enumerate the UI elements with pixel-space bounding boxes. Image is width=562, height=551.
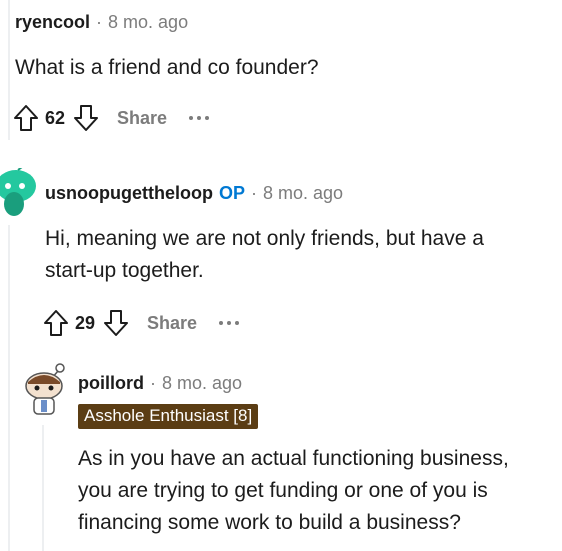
- upvote-icon[interactable]: [13, 104, 39, 132]
- downvote-icon[interactable]: [73, 104, 99, 132]
- more-options-icon[interactable]: [219, 321, 240, 325]
- comment-body-line: Hi, meaning we are not only friends, but…: [45, 227, 484, 250]
- thread-line-level2[interactable]: [8, 225, 10, 551]
- upvote-icon[interactable]: [43, 309, 69, 337]
- downvote-icon[interactable]: [103, 309, 129, 337]
- comment-body: What is a friend and co founder?: [15, 52, 319, 84]
- meta-separator: ·: [150, 373, 156, 393]
- comment-body-line: financing some work to build a business?: [78, 511, 461, 534]
- more-options-icon[interactable]: [189, 116, 210, 120]
- meta-separator: ·: [250, 183, 257, 203]
- comment-meta: ryencool · 8 mo. ago: [15, 12, 188, 33]
- comment-meta: usnoopugettheloop OP · 8 mo. ago: [45, 183, 343, 204]
- comment-body: Hi, meaning we are not only friends, but…: [45, 223, 484, 287]
- vote-score: 62: [45, 107, 66, 128]
- comment-meta: poillord · 8 mo. ago: [78, 373, 242, 394]
- comment-body-text: What is a friend and co founder?: [15, 56, 319, 79]
- comment-timestamp[interactable]: 8 mo. ago: [162, 373, 242, 394]
- comment-author[interactable]: ryencool: [15, 12, 90, 33]
- thread-line-level1[interactable]: [8, 0, 10, 140]
- op-badge: OP: [218, 183, 245, 203]
- snoo-avatar-icon[interactable]: [22, 362, 70, 420]
- comment-actions: 29 Share: [43, 305, 240, 341]
- snoo-avatar-icon[interactable]: [0, 168, 36, 218]
- comment-thread: ryencool · 8 mo. ago What is a friend an…: [0, 0, 562, 551]
- meta-separator: ·: [96, 12, 103, 32]
- share-button[interactable]: Share: [117, 108, 167, 129]
- comment-body-line: As in you have an actual functioning bus…: [78, 447, 509, 470]
- comment-body: As in you have an actual functioning bus…: [78, 443, 509, 539]
- thread-line-level3[interactable]: [42, 425, 44, 551]
- comment-body-line: you are trying to get funding or one of …: [78, 479, 488, 502]
- share-button[interactable]: Share: [147, 313, 197, 334]
- vote-score: 29: [75, 312, 96, 333]
- comment-author[interactable]: usnoopugettheloop: [45, 183, 213, 204]
- comment-body-line: start-up together.: [45, 259, 204, 282]
- comment-timestamp[interactable]: 8 mo. ago: [108, 12, 188, 33]
- comment-author[interactable]: poillord: [78, 373, 144, 394]
- comment-timestamp[interactable]: 8 mo. ago: [263, 183, 343, 204]
- user-flair: Asshole Enthusiast [8]: [78, 404, 259, 429]
- comment-actions: 62 Share: [13, 100, 210, 136]
